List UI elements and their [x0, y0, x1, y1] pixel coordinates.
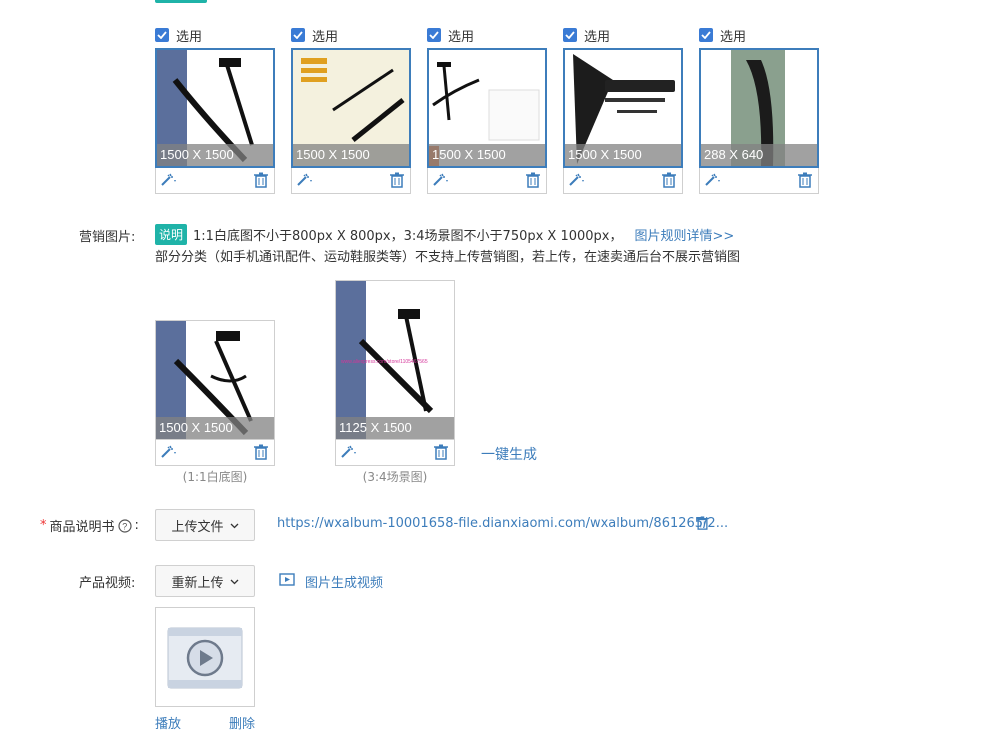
trash-icon[interactable] [434, 444, 448, 464]
thumbnail-item: 选用 1500 X 1500 [155, 24, 275, 194]
checkbox-checked-icon[interactable] [427, 28, 441, 42]
required-mark: * [40, 518, 47, 533]
active-tab-indicator [155, 0, 207, 3]
thumbnail-image[interactable]: 1500 X 1500 [427, 48, 547, 168]
image-dimension: 1125 X 1500 [336, 417, 454, 439]
svg-text:?: ? [122, 521, 127, 531]
thumbnail-image[interactable]: 1500 X 1500 [563, 48, 683, 168]
trash-icon[interactable] [390, 172, 404, 192]
image-actions [155, 440, 275, 466]
upload-file-label: 上传文件 [171, 519, 224, 535]
marketing-image-square-preview[interactable]: 1500 X 1500 [155, 320, 275, 440]
film-icon [279, 573, 295, 590]
thumbnail-image[interactable]: 288 X 640 [699, 48, 819, 168]
video-placeholder-icon [167, 627, 243, 689]
thumbnail-item: 选用 1500 X 1500 [291, 24, 411, 194]
thumbnail-actions [699, 168, 819, 194]
select-label: 选用 [448, 29, 475, 45]
video-label: 产品视频: [79, 576, 136, 591]
select-checkbox[interactable]: 选用 [699, 24, 819, 46]
select-checkbox[interactable]: 选用 [155, 24, 275, 46]
manual-label-row: * 商品说明书 ? : [40, 516, 139, 535]
marketing-image-portrait-preview[interactable]: www.aliexpress.com/store/1105467565 1125… [335, 280, 455, 440]
caption-portrait: (3:4场景图) [362, 470, 428, 484]
thumbnail-image[interactable]: 1500 X 1500 [155, 48, 275, 168]
select-label: 选用 [584, 29, 611, 45]
manual-file-link[interactable]: https://wxalbum-10001658-file.dianxiaomi… [277, 516, 728, 531]
thumbnail-actions [155, 168, 275, 194]
manual-label: 商品说明书 [49, 520, 115, 535]
checkbox-checked-icon[interactable] [155, 28, 169, 42]
reupload-button[interactable]: 重新上传 [155, 565, 255, 597]
checkbox-checked-icon[interactable] [291, 28, 305, 42]
magic-wand-icon[interactable] [568, 173, 586, 187]
select-label: 选用 [312, 29, 339, 45]
marketing-image-square: 1500 X 1500 (1:1白底图) [155, 318, 275, 485]
generate-video-label: 图片生成视频 [305, 576, 384, 591]
image-dimension: 1500 X 1500 [429, 144, 545, 166]
thumbnail-actions [291, 168, 411, 194]
video-preview[interactable] [155, 607, 255, 707]
select-checkbox[interactable]: 选用 [291, 24, 411, 46]
select-checkbox[interactable]: 选用 [563, 24, 683, 46]
delete-link[interactable]: 删除 [229, 713, 255, 732]
magic-wand-icon[interactable] [160, 445, 178, 459]
trash-icon[interactable] [696, 516, 709, 534]
select-checkbox[interactable]: 选用 [427, 24, 547, 46]
select-label: 选用 [720, 29, 747, 45]
image-dimension: 1500 X 1500 [157, 144, 273, 166]
reupload-label: 重新上传 [171, 575, 224, 591]
trash-icon[interactable] [798, 172, 812, 192]
image-actions [335, 440, 455, 466]
trash-icon[interactable] [254, 172, 268, 192]
thumbnail-image[interactable]: 1500 X 1500 [291, 48, 411, 168]
marketing-note: 部分分类（如手机通讯配件、运动鞋服类等）不支持上传营销图，若上传，在速卖通后台不… [155, 250, 741, 265]
caption-square: (1:1白底图) [182, 470, 248, 484]
image-dimension: 1500 X 1500 [156, 417, 274, 439]
image-dimension: 1500 X 1500 [293, 144, 409, 166]
marketing-rules: 说明 1:1白底图不小于800px X 800px，3:4场景图不小于750px… [155, 224, 734, 245]
magic-wand-icon[interactable] [340, 445, 358, 459]
watermark-text: www.aliexpress.com/store/1105467565 [341, 359, 428, 365]
marketing-rule-text: 1:1白底图不小于800px X 800px，3:4场景图不小于750px X … [193, 229, 623, 244]
play-link[interactable]: 播放 [155, 713, 181, 732]
thumbnail-actions [563, 168, 683, 194]
magic-wand-icon[interactable] [704, 173, 722, 187]
marketing-label: 营销图片: [79, 230, 136, 245]
image-dimension: 288 X 640 [701, 144, 817, 166]
marketing-image-portrait: www.aliexpress.com/store/1105467565 1125… [335, 278, 455, 485]
info-badge: 说明 [155, 224, 188, 245]
thumbnail-actions [427, 168, 547, 194]
magic-wand-icon[interactable] [296, 173, 314, 187]
trash-icon[interactable] [662, 172, 676, 192]
colon: : [134, 518, 139, 533]
thumbnail-item: 选用 1500 X 1500 [427, 24, 547, 194]
image-rules-link[interactable]: 图片规则详情>> [635, 225, 735, 244]
help-icon[interactable]: ? [117, 518, 132, 533]
chevron-down-icon [230, 518, 239, 533]
upload-file-button[interactable]: 上传文件 [155, 509, 255, 541]
trash-icon[interactable] [254, 444, 268, 464]
thumbnail-item: 选用 288 X 640 [699, 24, 819, 194]
select-label: 选用 [176, 29, 203, 45]
thumbnail-item: 选用 1500 X 1500 [563, 24, 683, 194]
magic-wand-icon[interactable] [432, 173, 450, 187]
foil-product-image: www.aliexpress.com/store/1105467565 [336, 281, 434, 439]
generate-video-link[interactable]: 图片生成视频 [279, 572, 383, 591]
trash-icon[interactable] [526, 172, 540, 192]
checkbox-checked-icon[interactable] [699, 28, 713, 42]
chevron-down-icon [230, 574, 239, 589]
checkbox-checked-icon[interactable] [563, 28, 577, 42]
image-dimension: 1500 X 1500 [565, 144, 681, 166]
generate-marketing-link[interactable]: 一键生成 [481, 444, 537, 464]
magic-wand-icon[interactable] [160, 173, 178, 187]
